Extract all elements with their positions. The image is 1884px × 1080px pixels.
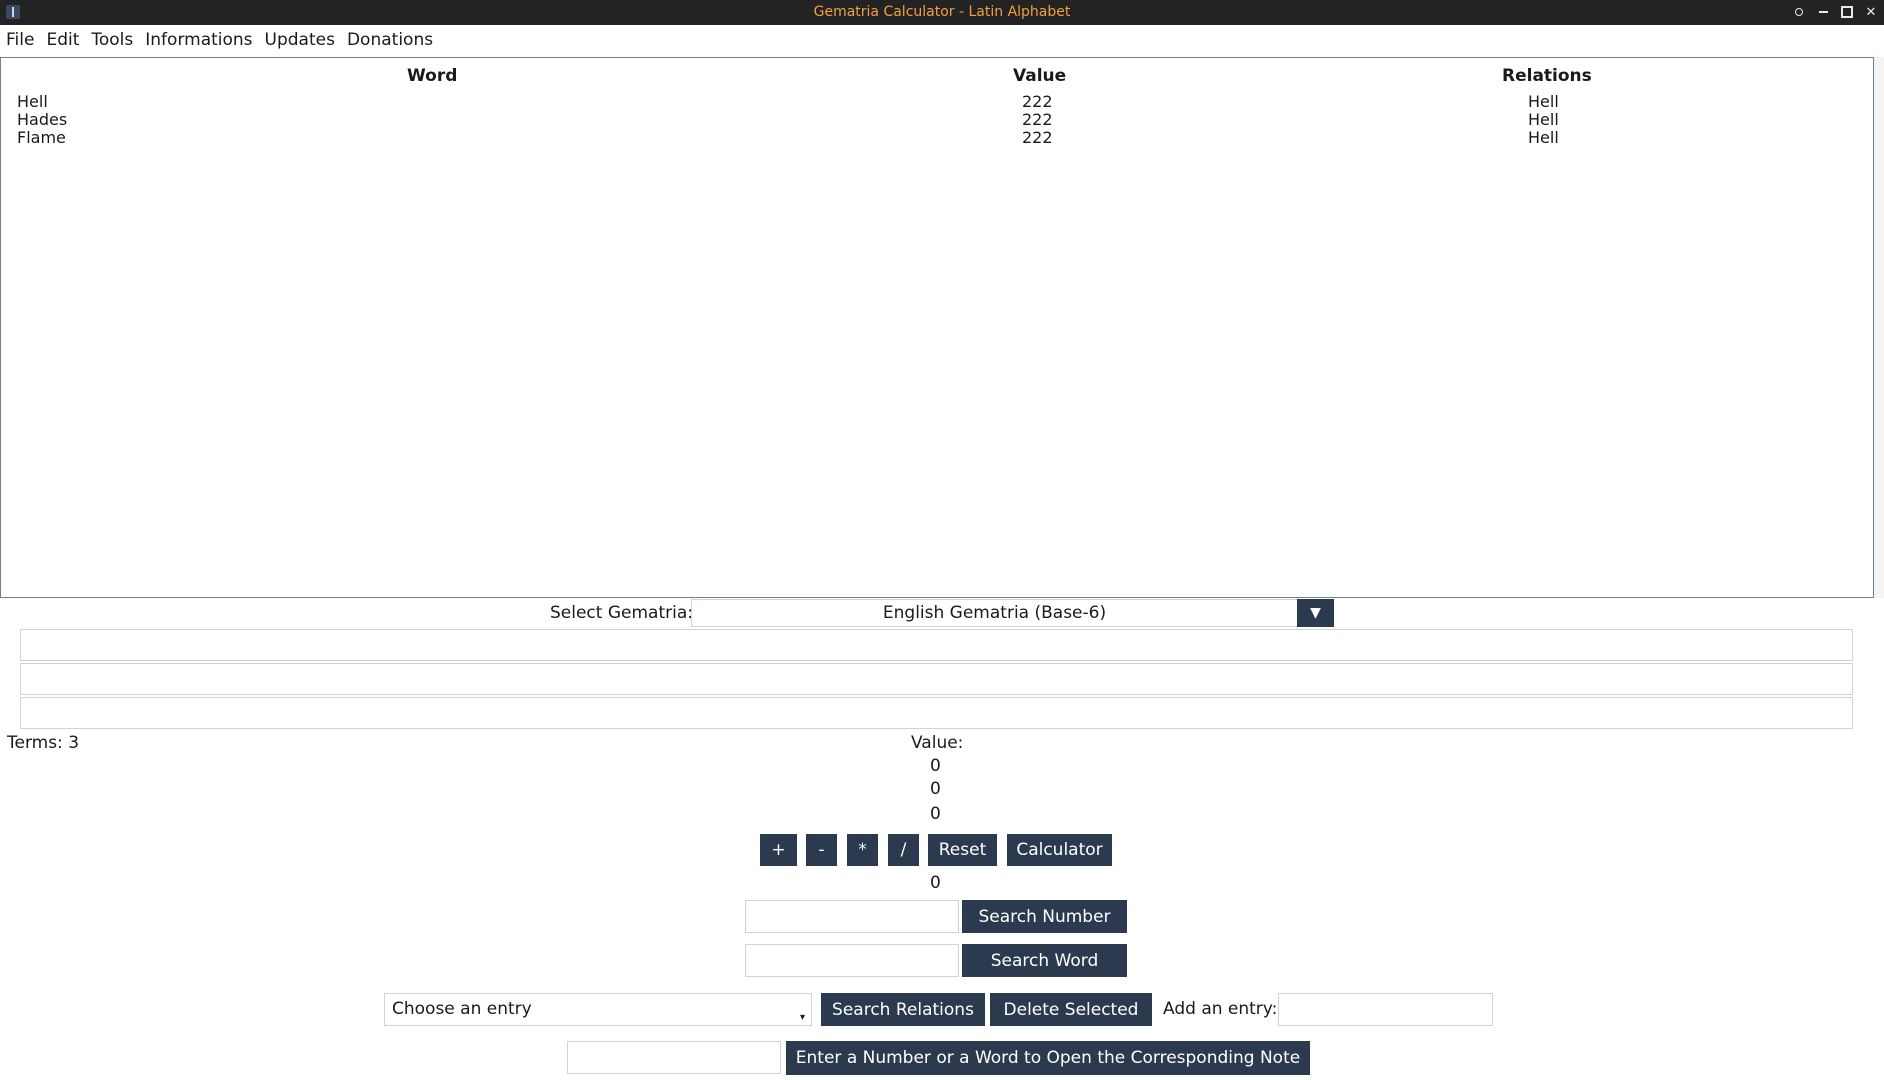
menu-bar: File Edit Tools Informations Updates Don… (0, 25, 1884, 55)
menu-informations[interactable]: Informations (145, 30, 252, 50)
menu-updates[interactable]: Updates (265, 30, 335, 50)
search-word-button[interactable]: Search Word (962, 944, 1127, 977)
add-entry-label: Add an entry: (1163, 999, 1278, 1019)
cell-value: 222 (1022, 110, 1053, 129)
cell-word: Hades (17, 110, 68, 129)
term-value-1: 0 (930, 756, 941, 776)
term-input-3[interactable] (20, 697, 1853, 729)
menu-donations[interactable]: Donations (347, 30, 433, 50)
multiply-button[interactable]: * (847, 834, 878, 866)
window-title: Gematria Calculator - Latin Alphabet (813, 4, 1071, 20)
maximize-icon[interactable] (1840, 6, 1854, 20)
cell-relations: Hell (1528, 92, 1559, 111)
column-header-value[interactable]: Value (1013, 66, 1066, 86)
search-number-button[interactable]: Search Number (962, 900, 1127, 933)
table-row[interactable]: Hell 222 Hell (1, 92, 1873, 111)
cell-value: 222 (1022, 92, 1053, 111)
app-icon (6, 5, 20, 19)
term-value-2: 0 (930, 779, 941, 799)
cell-word: Flame (17, 128, 66, 147)
column-header-relations[interactable]: Relations (1502, 66, 1592, 86)
calculator-button[interactable]: Calculator (1007, 834, 1112, 866)
cell-value: 222 (1022, 128, 1053, 147)
search-word-input[interactable] (745, 944, 959, 977)
table-scrollbar[interactable] (1874, 57, 1884, 598)
entry-combobox-placeholder: Choose an entry (392, 999, 532, 1019)
minimize-icon[interactable] (1816, 6, 1830, 20)
divide-button[interactable]: / (888, 834, 919, 866)
cell-relations: Hell (1528, 110, 1559, 129)
gematria-select[interactable]: English Gematria (Base-6) ▼ (691, 599, 1334, 627)
value-label: Value: (911, 733, 964, 753)
add-entry-input[interactable] (1278, 993, 1493, 1026)
entry-combobox[interactable]: Choose an entry ▾ (384, 993, 812, 1026)
term-value-3: 0 (930, 804, 941, 824)
dropdown-arrow-icon[interactable]: ▼ (1297, 599, 1334, 627)
cell-word: Hell (17, 92, 48, 111)
window-controls: ✕ (1792, 0, 1878, 25)
result-value: 0 (930, 873, 941, 893)
keep-above-icon[interactable] (1792, 6, 1806, 20)
title-bar: Gematria Calculator - Latin Alphabet ✕ (0, 0, 1884, 25)
table-row[interactable]: Flame 222 Hell (1, 128, 1873, 147)
terms-count: Terms: 3 (7, 733, 80, 753)
close-icon[interactable]: ✕ (1864, 5, 1878, 20)
add-button[interactable]: + (760, 834, 797, 866)
cell-relations: Hell (1528, 128, 1559, 147)
column-header-word[interactable]: Word (407, 66, 457, 86)
reset-button[interactable]: Reset (928, 834, 997, 866)
table-row[interactable]: Hades 222 Hell (1, 110, 1873, 129)
menu-edit[interactable]: Edit (46, 30, 79, 50)
select-gematria-label: Select Gematria: (550, 603, 693, 623)
chevron-down-icon[interactable]: ▾ (800, 1012, 805, 1023)
term-input-1[interactable] (20, 629, 1853, 661)
results-table[interactable]: Word Value Relations Hell 222 Hell Hades… (0, 57, 1874, 598)
search-number-input[interactable] (745, 900, 959, 933)
open-note-button[interactable]: Enter a Number or a Word to Open the Cor… (786, 1041, 1310, 1075)
search-relations-button[interactable]: Search Relations (821, 993, 985, 1026)
gematria-selected-value: English Gematria (Base-6) (882, 603, 1107, 623)
menu-file[interactable]: File (6, 30, 34, 50)
delete-selected-button[interactable]: Delete Selected (990, 993, 1152, 1026)
term-input-2[interactable] (20, 663, 1853, 695)
note-input[interactable] (567, 1041, 781, 1074)
subtract-button[interactable]: - (806, 834, 837, 866)
menu-tools[interactable]: Tools (91, 30, 133, 50)
